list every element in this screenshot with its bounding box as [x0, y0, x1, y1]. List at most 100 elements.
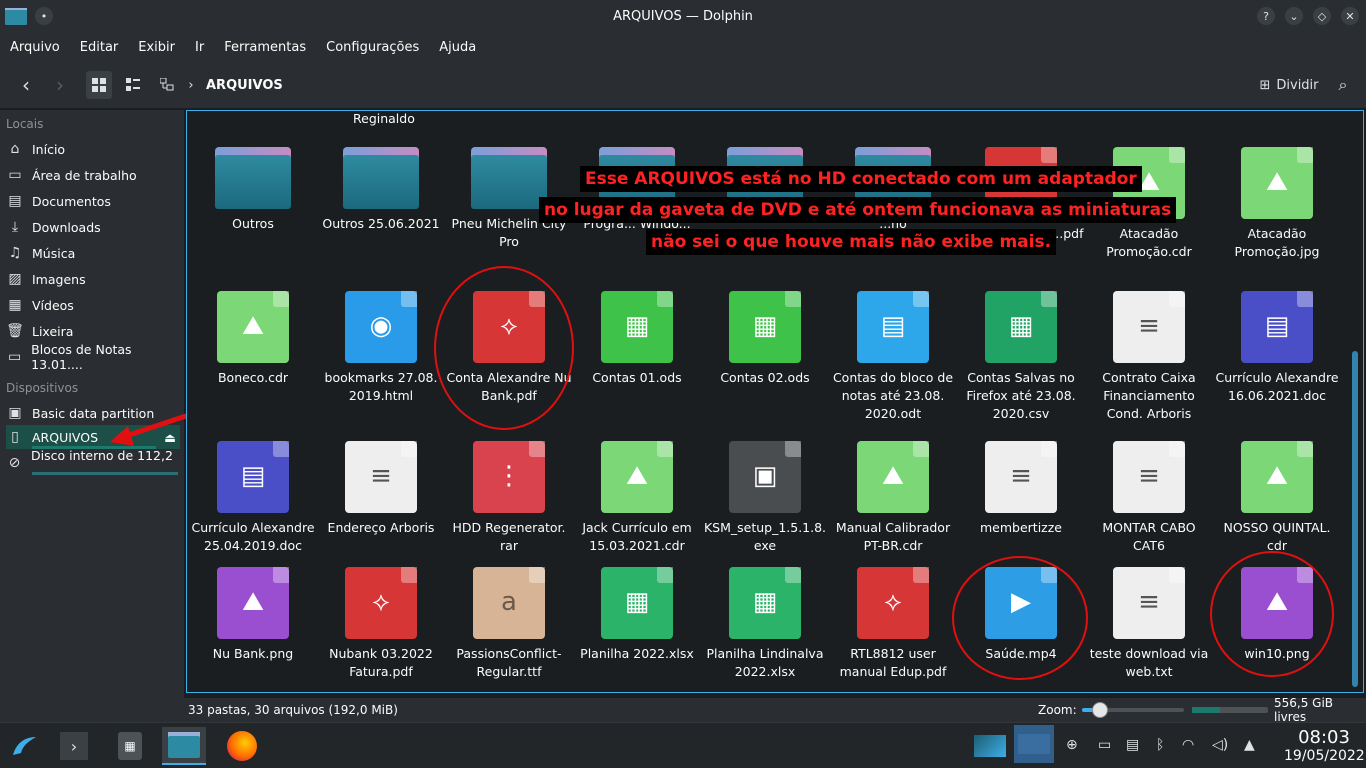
file-name: Boneco.cdr — [217, 370, 289, 385]
forward-icon[interactable]: › — [46, 71, 74, 99]
sidebar-item-blocos-de-notas[interactable]: ▭ Blocos de Notas 13.01.... — [6, 342, 180, 372]
volume-icon[interactable]: ◁) — [1212, 737, 1228, 753]
file-item[interactable]: ▤ Currículo Alexandre 16.06.2021.doc — [1214, 291, 1340, 405]
app-launcher-icon[interactable] — [2, 727, 46, 765]
file-name: Nu Bank.png — [212, 646, 294, 661]
highlight-circle-png — [1210, 551, 1334, 677]
file-name: Atacadão Promoção.jpg — [1234, 226, 1320, 259]
file-item[interactable]: ⟡ Nubank 03.2022 Fatura.pdf — [318, 567, 444, 681]
annotation-line-1: Esse ARQUIVOS está no HD conectado com u… — [580, 166, 1142, 192]
menu-configuracoes[interactable]: Configurações — [326, 40, 419, 55]
file-item[interactable]: ▦ Contas Salvas no Firefox até 23.08. 202… — [958, 291, 1084, 423]
free-space-label: 556,5 GiB livres — [1274, 696, 1334, 724]
exe-file-icon: ▣ — [729, 441, 801, 513]
file-item[interactable]: ⛰ Manual Calibrador PT-BR.cdr — [830, 441, 956, 555]
file-item[interactable]: ⛰ Jack Currículo em 15.03.2021.cdr — [574, 441, 700, 555]
close-button[interactable]: ✕ — [1341, 7, 1359, 25]
file-item[interactable]: Outros 25.06.2021 — [318, 147, 444, 233]
sidebar-item-area-de-trabalho[interactable]: ▭ Área de trabalho — [6, 163, 180, 187]
minimize-button[interactable]: ⌄ — [1285, 7, 1303, 25]
file-name: teste download via web.txt — [1089, 646, 1209, 679]
tray-expand-icon[interactable]: ▲ — [1244, 737, 1255, 753]
sidebar-item-imagens[interactable]: ▨ Imagens — [6, 267, 180, 291]
details-view-icon[interactable] — [154, 71, 180, 99]
file-item[interactable]: Outros — [190, 147, 316, 233]
file-item[interactable]: ◉ bookmarks 27.08. 2019.html — [318, 291, 444, 405]
sidebar-item-inicio[interactable]: ⌂ Início — [6, 137, 180, 161]
file-item[interactable]: ⋮ HDD Regenerator. rar — [446, 441, 572, 555]
updates-icon[interactable]: ⊕ — [1066, 737, 1078, 753]
scrollbar[interactable] — [1352, 351, 1358, 687]
menu-ferramentas[interactable]: Ferramentas — [224, 40, 306, 55]
file-item[interactable]: ≡ MONTAR CABO CAT6 — [1086, 441, 1212, 555]
sidebar-item-videos[interactable]: ▦ Vídeos — [6, 293, 180, 317]
firefox-icon[interactable] — [220, 727, 264, 765]
file-item[interactable]: ▦ Planilha Lindinalva 2022.xlsx — [702, 567, 828, 681]
places-panel: Locais ⌂ Início ▭ Área de trabalho ▤ Docume… — [0, 110, 217, 698]
file-name: Contas Salvas no Firefox até 23.08. 2020… — [966, 370, 1076, 421]
menu-exibir[interactable]: Exibir — [138, 40, 175, 55]
file-item[interactable]: ▤ Currículo Alexandre 25.04.2019.doc — [190, 441, 316, 555]
file-name: bookmarks 27.08. 2019.html — [324, 370, 438, 403]
compact-view-icon[interactable] — [120, 71, 146, 99]
file-name: Contas do bloco de notas até 23.08. 2020… — [832, 370, 954, 421]
menu-ajuda[interactable]: Ajuda — [439, 40, 476, 55]
file-item[interactable]: ⛰ Nu Bank.png — [190, 567, 316, 663]
highlight-circle-mp4 — [952, 556, 1088, 680]
font-file-icon: a — [473, 567, 545, 639]
sidebar-item-documentos[interactable]: ▤ Documentos — [6, 189, 180, 213]
file-item[interactable]: ≡ membertizze — [958, 441, 1084, 537]
file-name: Contas 02.ods — [720, 370, 810, 385]
file-name: Currículo Alexandre 16.06.2021.doc — [1215, 370, 1339, 403]
file-item[interactable]: ▦ Planilha 2022.xlsx — [574, 567, 700, 663]
zoom-label: Zoom: — [1038, 703, 1077, 717]
help-button[interactable]: ? — [1257, 7, 1275, 25]
drive-warning-icon: ▣ — [8, 405, 22, 421]
calculator-icon[interactable]: ▦ — [108, 727, 152, 765]
file-item[interactable]: ▤ Contas do bloco de notas até 23.08. 202… — [830, 291, 956, 423]
menu-arquivo[interactable]: Arquivo — [10, 40, 60, 55]
back-icon[interactable]: ‹ — [12, 71, 40, 99]
terminal-icon[interactable]: › — [52, 727, 96, 765]
pdf-file-icon: ⟡ — [345, 567, 417, 639]
wifi-icon[interactable]: ◠ — [1182, 737, 1194, 753]
file-item[interactable]: ▦ Contas 01.ods — [574, 291, 700, 387]
file-item[interactable]: ▣ KSM_setup_1.5.1.8. exe — [702, 441, 828, 555]
menu-editar[interactable]: Editar — [80, 40, 119, 55]
dolphin-task-icon[interactable] — [162, 727, 206, 765]
maximize-button[interactable]: ◇ — [1313, 7, 1331, 25]
annotation-line-2: no lugar da gaveta de DVD e até ontem fu… — [539, 197, 1177, 223]
menu-ir[interactable]: Ir — [195, 40, 204, 55]
file-item[interactable]: ⛰ Boneco.cdr — [190, 291, 316, 387]
image-file-icon: ⛰ — [1241, 441, 1313, 513]
split-button[interactable]: ⊞ Dividir — [1254, 71, 1324, 99]
bluetooth-icon[interactable]: ᛒ — [1156, 737, 1164, 753]
console-icon[interactable]: ▭ — [1098, 737, 1111, 753]
status-summary: 33 pastas, 30 arquivos (192,0 MiB) — [188, 703, 398, 717]
zoom-slider[interactable] — [1082, 702, 1184, 718]
annotation-line-3: não sei o que houve mais não exibe mais. — [646, 229, 1057, 255]
file-name: Manual Calibrador PT-BR.cdr — [835, 520, 951, 553]
file-item[interactable]: ≡ teste download via web.txt — [1086, 567, 1212, 681]
desktop-1-icon[interactable] — [972, 727, 1008, 765]
sidebar-item-lixeira[interactable]: 🗑 Lixeira — [6, 319, 180, 343]
icons-view-icon[interactable] — [86, 71, 112, 99]
sidebar-item-downloads[interactable]: ⤓ Downloads — [6, 215, 180, 239]
search-icon[interactable]: ⌕ — [1330, 71, 1356, 99]
file-item[interactable]: ⟡ RTL8812 user manual Edup.pdf — [830, 567, 956, 681]
clipboard-icon[interactable]: ▤ — [1126, 737, 1139, 753]
file-item[interactable]: a PassionsConflict-Regular.ttf — [446, 567, 572, 681]
file-item[interactable]: ≡ Endereço Arboris — [318, 441, 444, 537]
file-item[interactable]: ≡ Contrato Caixa Financiamento Cond. Arbo… — [1086, 291, 1212, 423]
clock[interactable]: 08:03 19/05/2022 — [1284, 727, 1365, 764]
file-item[interactable]: ▦ Contas 02.ods — [702, 291, 828, 387]
file-name: RTL8812 user manual Edup.pdf — [839, 646, 947, 679]
file-item[interactable]: ⛰ NOSSO QUINTAL. cdr — [1214, 441, 1340, 555]
desktop-2-icon[interactable] — [1014, 725, 1054, 763]
sheet-file-icon: ▦ — [729, 291, 801, 363]
sheet-file-icon: ▦ — [601, 291, 673, 363]
breadcrumb[interactable]: ARQUIVOS — [206, 78, 283, 93]
file-name: Contas 01.ods — [592, 370, 682, 385]
file-item[interactable]: ⛰ Atacadão Promoção.jpg — [1214, 147, 1340, 261]
sidebar-item-musica[interactable]: ♫ Música — [6, 241, 180, 265]
